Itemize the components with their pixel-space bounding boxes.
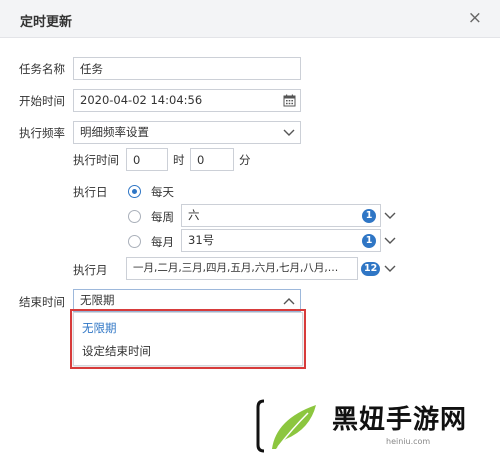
- frequency-value: 明细频率设置: [80, 125, 149, 139]
- minute-unit-label: 分: [239, 153, 251, 167]
- exec-month-label: 执行月: [73, 263, 108, 277]
- radio-monthly[interactable]: [128, 235, 141, 248]
- exec-hour-input[interactable]: [126, 148, 168, 171]
- weekly-label: 每周: [151, 210, 174, 224]
- frequency-label: 执行频率: [19, 126, 65, 140]
- scheduled-update-dialog: 定时更新 × 任务名称 开始时间 2020-04-02 14:04:56 执行频…: [0, 0, 500, 456]
- dialog-header: 定时更新 ×: [0, 0, 500, 38]
- logo-icon: [256, 399, 316, 453]
- chevron-up-icon[interactable]: [283, 296, 295, 306]
- chevron-down-icon[interactable]: [384, 264, 396, 274]
- monthly-select[interactable]: 31号: [181, 229, 381, 252]
- dialog-title: 定时更新: [20, 15, 73, 30]
- weekly-value: 六: [188, 208, 200, 222]
- end-time-value: 无限期: [80, 293, 115, 307]
- chevron-down-icon[interactable]: [384, 236, 396, 246]
- task-name-input[interactable]: [73, 57, 301, 80]
- radio-weekly[interactable]: [128, 210, 141, 223]
- watermark: 黑妞手游网 heiniu.com: [250, 393, 500, 456]
- end-time-label: 结束时间: [19, 295, 65, 309]
- monthly-count-badge: 1: [362, 234, 376, 248]
- task-name-label: 任务名称: [19, 62, 65, 76]
- highlight-annotation: [70, 309, 306, 369]
- month-count-badge: 12: [361, 262, 381, 276]
- daily-label: 每天: [151, 185, 174, 199]
- radio-daily[interactable]: [128, 185, 141, 198]
- exec-month-value: 一月,二月,三月,四月,五月,六月,七月,八月,…: [133, 262, 339, 274]
- start-time-value: 2020-04-02 14:04:56: [80, 93, 203, 107]
- start-time-picker[interactable]: 2020-04-02 14:04:56: [73, 89, 301, 112]
- monthly-label: 每月: [151, 235, 174, 249]
- exec-minute-input[interactable]: [190, 148, 234, 171]
- weekly-count-badge: 1: [362, 209, 376, 223]
- close-icon[interactable]: ×: [468, 8, 482, 28]
- exec-time-label: 执行时间: [73, 153, 119, 167]
- exec-day-label: 执行日: [73, 185, 108, 199]
- exec-month-select[interactable]: 一月,二月,三月,四月,五月,六月,七月,八月,…: [126, 257, 358, 280]
- monthly-value: 31号: [188, 233, 215, 247]
- chevron-down-icon[interactable]: [384, 211, 396, 221]
- watermark-text: 黑妞手游网: [332, 405, 468, 435]
- watermark-subtext: heiniu.com: [386, 437, 431, 446]
- weekly-select[interactable]: 六: [181, 204, 381, 227]
- frequency-select[interactable]: 明细频率设置: [73, 121, 301, 144]
- chevron-down-icon[interactable]: [283, 128, 295, 138]
- calendar-icon[interactable]: [283, 94, 296, 107]
- start-time-label: 开始时间: [19, 94, 65, 108]
- hour-unit-label: 时: [173, 153, 185, 167]
